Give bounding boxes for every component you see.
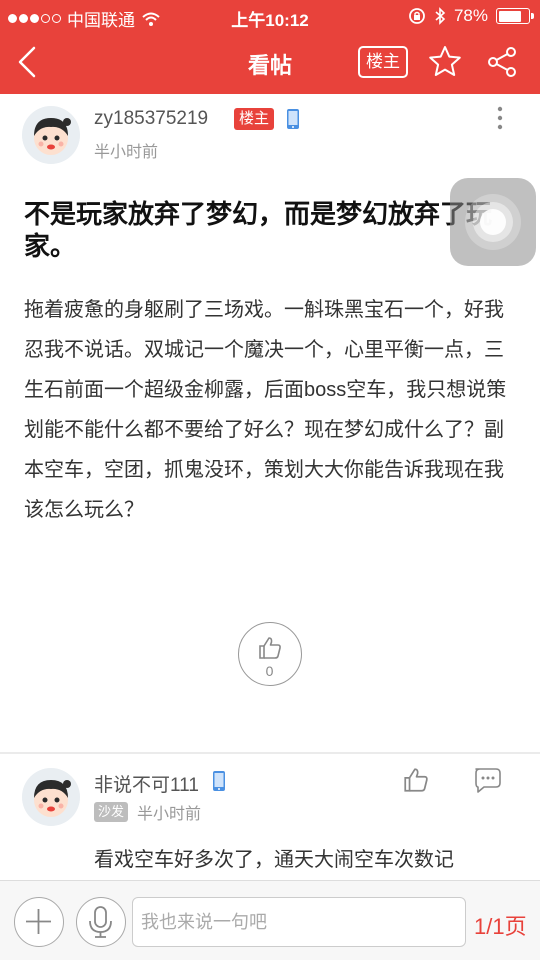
post-title: 不是玩家放弃了梦幻，而是梦幻放弃了玩家。 [24, 199, 493, 261]
post-time: 半小时前 [94, 144, 159, 161]
owner-only-button[interactable]: 楼主 [358, 46, 408, 78]
add-button[interactable] [14, 897, 64, 947]
reply-avatar[interactable] [22, 768, 80, 826]
reply-phone-icon [213, 771, 225, 791]
owner-badge: 楼主 [234, 108, 275, 130]
divider [0, 752, 540, 754]
floor-badge: 沙发 [94, 802, 129, 822]
page-indicator[interactable]: 1/1页 [474, 909, 527, 941]
more-vertical-icon[interactable] [490, 104, 510, 132]
post-body: 拖着疲惫的身躯刷了三场戏。一斛珠黑宝石一个，好我忍我不说话。双城记一个魔决一个，… [24, 299, 507, 521]
like-button[interactable]: 0 [238, 622, 302, 686]
phone-icon [287, 109, 299, 129]
thumbs-up-icon [259, 637, 281, 659]
battery-icon [496, 8, 534, 24]
rotation-lock-icon [409, 8, 425, 24]
reply-comment-icon[interactable] [472, 766, 504, 794]
bottom-bar: 1/1页 [0, 880, 540, 960]
reply-input[interactable] [132, 897, 466, 947]
voice-button[interactable] [76, 897, 126, 947]
reply-author-name[interactable]: 非说不可111 [94, 770, 199, 797]
bluetooth-icon [435, 7, 446, 25]
plus-icon [26, 909, 51, 934]
author-name[interactable]: zy185375219 [94, 108, 208, 130]
back-icon[interactable] [10, 42, 50, 82]
nav-bar: 看帖 楼主 [0, 32, 540, 94]
reply-text: 看戏空车好多次了，通天大闹空车次数记 [94, 849, 454, 871]
post-author-row: zy185375219 楼主 半小时前 [0, 94, 540, 174]
microphone-icon [89, 906, 112, 938]
reply-thumbs-up-icon[interactable] [402, 766, 430, 794]
avatar[interactable] [22, 106, 80, 164]
reply-time: 半小时前 [137, 806, 202, 823]
battery-percent: 78% [453, 6, 488, 25]
assistive-touch-button[interactable] [450, 178, 536, 266]
battery-fill [498, 10, 522, 22]
like-count: 0 [265, 663, 274, 679]
status-right: 78% [408, 6, 534, 26]
share-icon[interactable] [484, 44, 520, 80]
status-bar: 中国联通 上午10:12 78% [0, 0, 540, 32]
star-icon[interactable] [427, 44, 463, 80]
